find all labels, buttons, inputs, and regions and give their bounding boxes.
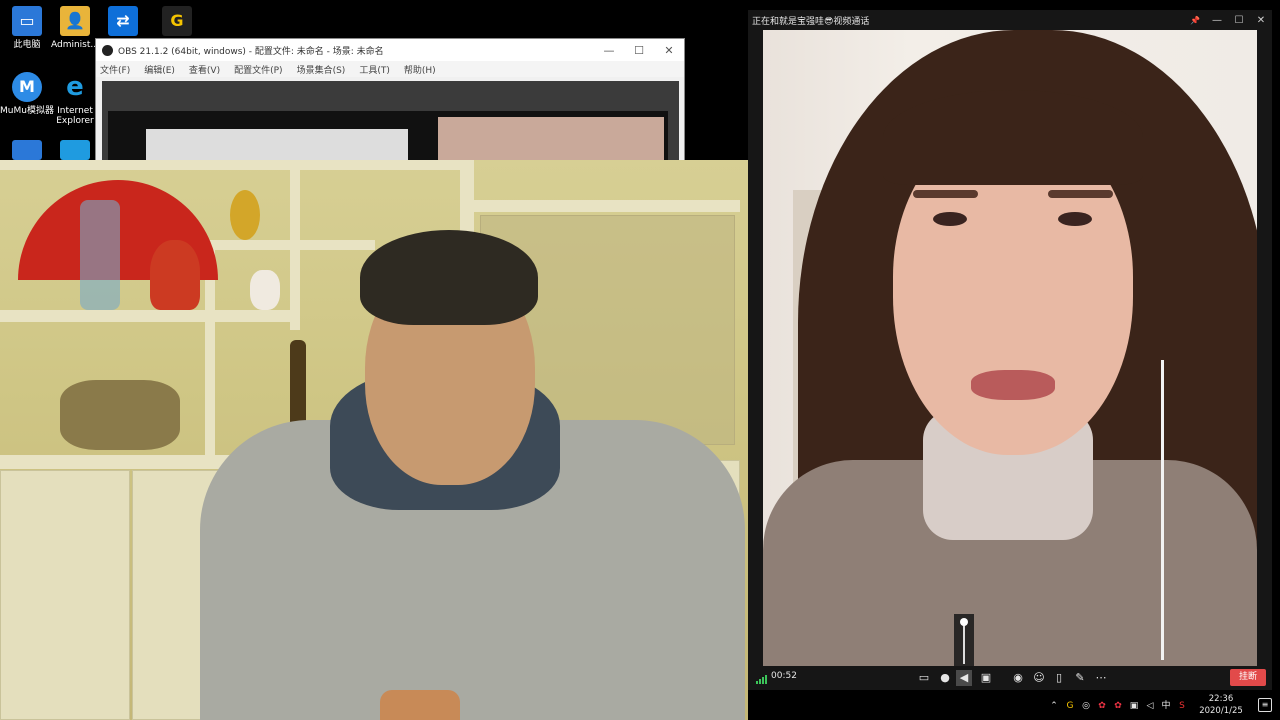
edit-icon[interactable]: ✎ — [1072, 670, 1088, 686]
network-icon[interactable]: ▣ — [1128, 700, 1140, 712]
pin-button[interactable]: 📌 — [1184, 16, 1206, 25]
remote-lips — [971, 370, 1055, 400]
ie-icon: e — [66, 72, 84, 102]
obs-preview[interactable] — [102, 81, 679, 167]
camera-off-icon[interactable]: ▣ — [978, 670, 994, 686]
shelf — [470, 200, 740, 212]
volume-slider[interactable] — [954, 614, 974, 668]
shelf — [0, 310, 300, 322]
menu-help[interactable]: 帮助(H) — [404, 63, 436, 76]
obs-minimize-button[interactable]: — — [594, 44, 624, 57]
mumu-emulator-icon: M — [12, 72, 42, 102]
obs-maximize-button[interactable]: ☐ — [624, 44, 654, 57]
person-hand — [380, 690, 460, 720]
obs-menubar: 文件(F) 编辑(E) 查看(V) 配置文件(P) 场景集合(S) 工具(T) … — [96, 61, 684, 77]
g-tray-icon[interactable]: G — [1064, 700, 1076, 712]
teamviewer-icon: ⇄ — [108, 6, 138, 36]
clock[interactable]: 22:36 2020/1/25 — [1190, 693, 1252, 717]
menu-tools[interactable]: 工具(T) — [359, 63, 390, 76]
bottle — [80, 200, 120, 310]
desktop-icon-ie[interactable]: e Internet Explorer — [48, 72, 102, 126]
remote-bangs — [883, 90, 1143, 185]
app-icon — [12, 140, 42, 160]
menu-file[interactable]: 文件(F) — [100, 63, 130, 76]
cat-figurine — [250, 270, 280, 310]
trophy — [230, 190, 260, 240]
app2-tray-icon[interactable]: ✿ — [1112, 700, 1124, 712]
chevron-up-icon[interactable]: ⌃ — [1048, 700, 1060, 712]
computer-icon: ▭ — [12, 6, 42, 36]
menu-edit[interactable]: 编辑(E) — [144, 63, 175, 76]
screen-share-icon[interactable]: ▯ — [1051, 670, 1067, 686]
volume-knob[interactable] — [960, 618, 968, 626]
obs-logo-icon — [102, 44, 113, 56]
person-hair — [360, 230, 538, 325]
desktop-icon-teamviewer[interactable]: ⇄ — [96, 6, 150, 40]
microphone-icon[interactable]: ● — [937, 670, 953, 686]
volume-icon[interactable]: ◁ — [1144, 700, 1156, 712]
clock-time: 22:36 — [1208, 694, 1234, 704]
remote-eyebrow — [1048, 190, 1113, 198]
desktop-icon-label: Internet Explorer — [56, 106, 94, 126]
taskbar-tray: ⌃ G ◎ ✿ ✿ ▣ ◁ 中 S 22:36 2020/1/25 ≡ — [1040, 690, 1280, 720]
shelf — [0, 160, 470, 170]
g-app-icon: G — [162, 6, 192, 36]
desktop-icon-administrator[interactable]: 👤 Administ... — [48, 6, 102, 50]
obs-title: OBS 21.1.2 (64bit, windows) - 配置文件: 未命名 … — [118, 46, 384, 57]
signal-strength-icon — [756, 675, 767, 684]
desktop-icon-label: Administ... — [51, 40, 99, 50]
obs-close-button[interactable]: ✕ — [654, 44, 684, 57]
robot-icon[interactable]: ☺ — [1031, 670, 1047, 686]
webcam-video — [0, 160, 748, 720]
menu-scene-collection[interactable]: 场景集合(S) — [297, 63, 346, 76]
desktop: ▭ 此电脑 👤 Administ... ⇄ G M MuMu模拟器 e Inte… — [0, 0, 1280, 720]
desktop-icon-label: 此电脑 — [13, 40, 41, 50]
obs-preview-nested-desktop — [108, 111, 668, 167]
video-call-window: 正在和就是宝强哇😎视频通话 📌 — ☐ ✕ 00:52 ▭ ● ◀ ▣ ◉ ☺ … — [748, 10, 1272, 690]
desktop-icon-label: MuMu模拟器 — [0, 106, 54, 116]
call-timer: 00:52 — [771, 671, 797, 681]
cabinet-door — [0, 470, 130, 720]
call-titlebar[interactable]: 正在和就是宝强哇😎视频通话 📌 — ☐ ✕ — [748, 10, 1272, 30]
cloth-pile — [60, 380, 180, 450]
volume-track — [963, 620, 965, 664]
ime-icon[interactable]: 中 — [1160, 700, 1172, 712]
remote-video — [763, 30, 1257, 666]
obs-titlebar[interactable]: OBS 21.1.2 (64bit, windows) - 配置文件: 未命名 … — [96, 39, 684, 61]
speaker-icon[interactable]: ◀ — [956, 670, 972, 686]
shelf — [205, 240, 375, 250]
user-folder-icon: 👤 — [60, 6, 90, 36]
menu-profile[interactable]: 配置文件(P) — [234, 63, 282, 76]
notification-icon[interactable]: ≡ — [1258, 698, 1272, 712]
app-icon — [60, 140, 90, 160]
call-title: 正在和就是宝强哇😎视频通话 — [752, 16, 870, 27]
remote-eyebrow — [913, 190, 978, 198]
more-icon[interactable]: ⋯ — [1093, 670, 1109, 686]
desktop-icon-mumu[interactable]: M MuMu模拟器 — [0, 72, 54, 116]
call-close-button[interactable]: ✕ — [1250, 15, 1272, 26]
remote-eye — [1058, 212, 1092, 226]
call-minimize-button[interactable]: — — [1206, 15, 1228, 26]
remote-eye — [933, 212, 967, 226]
screenshot-icon[interactable]: ◉ — [1010, 670, 1026, 686]
sogou-icon[interactable]: S — [1176, 700, 1188, 712]
desktop-icon-g-app[interactable]: G — [150, 6, 204, 40]
clock-date: 2020/1/25 — [1199, 706, 1243, 716]
chrome-tray-icon[interactable]: ◎ — [1080, 700, 1092, 712]
call-maximize-button[interactable]: ☐ — [1228, 15, 1250, 26]
hangup-button[interactable]: 挂断 — [1230, 669, 1266, 686]
menu-view[interactable]: 查看(V) — [189, 63, 220, 76]
desktop-icon-this-pc[interactable]: ▭ 此电脑 — [0, 6, 54, 50]
call-toolbar: 00:52 ▭ ● ◀ ▣ ◉ ☺ ▯ ✎ ⋯ 挂断 — [748, 666, 1272, 690]
earphone-cable — [1161, 360, 1164, 660]
figurine — [150, 240, 200, 310]
obs-window: OBS 21.1.2 (64bit, windows) - 配置文件: 未命名 … — [95, 38, 685, 168]
message-icon[interactable]: ▭ — [916, 670, 932, 686]
app-tray-icon[interactable]: ✿ — [1096, 700, 1108, 712]
